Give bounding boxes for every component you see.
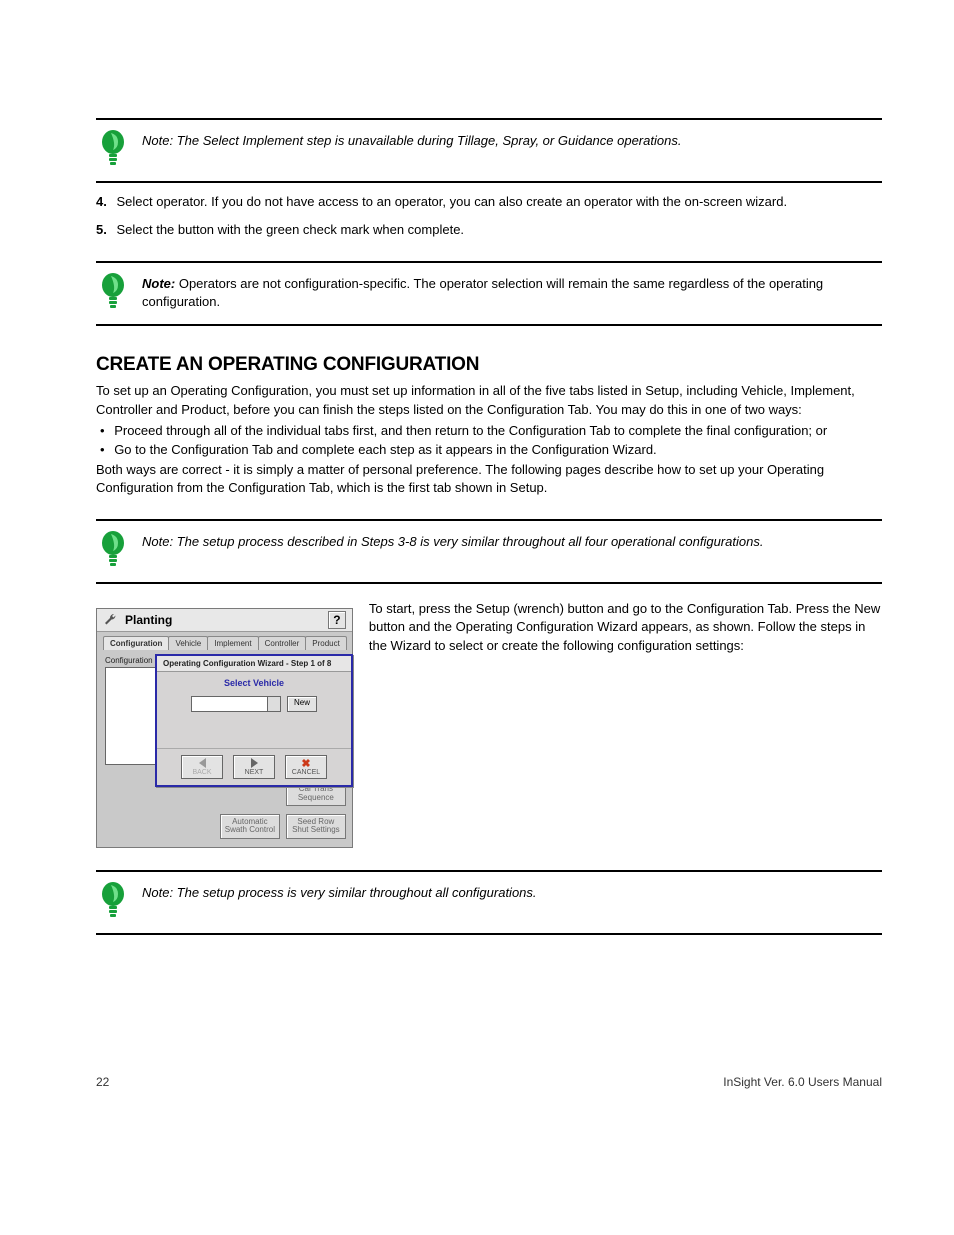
auto-swath-button[interactable]: Automatic Swath Control	[220, 814, 280, 839]
tip-box-2: Note: Operators are not configuration-sp…	[96, 261, 882, 326]
window-titlebar: Planting ?	[97, 609, 352, 632]
tab-vehicle[interactable]: Vehicle	[168, 636, 208, 650]
page-number: 22	[96, 1075, 109, 1089]
tip-text-1: Note: The Select Implement step is unava…	[142, 128, 882, 150]
triangle-left-icon	[199, 758, 206, 768]
wizard-button-row: BACK NEXT ✖ CANCEL	[157, 748, 351, 785]
back-label: BACK	[192, 769, 211, 776]
step-4-text: Select operator. If you do not have acce…	[116, 194, 787, 209]
bulb-icon	[96, 880, 130, 925]
window-body: Configuration List on Operating Configur…	[97, 650, 352, 775]
step-5-text: Select the button with the green check m…	[116, 222, 464, 237]
tip-box-3: Note: The setup process described in Ste…	[96, 519, 882, 584]
figure-row: Planting ? Configuration Vehicle Impleme…	[96, 594, 882, 848]
page-footer: 22 InSight Ver. 6.0 Users Manual	[96, 1075, 882, 1089]
intro-text: To set up an Operating Configuration, yo…	[96, 382, 882, 418]
tab-implement[interactable]: Implement	[207, 636, 258, 650]
tip2-rest: Operators are not configuration-specific…	[142, 276, 823, 309]
bulb-icon	[96, 529, 130, 574]
cancel-button[interactable]: ✖ CANCEL	[285, 755, 327, 779]
wizard-row: New	[157, 696, 351, 742]
option-1-text: Proceed through all of the individual ta…	[114, 423, 827, 438]
seed-row-button[interactable]: Seed Row Shut Settings	[286, 814, 346, 839]
wizard-subtitle: Select Vehicle	[157, 672, 351, 696]
step-5-num: 5.	[96, 222, 107, 237]
next-label: NEXT	[245, 769, 264, 776]
wizard-title: Operating Configuration Wizard - Step 1 …	[157, 656, 351, 672]
section-heading: CREATE AN OPERATING CONFIGURATION	[96, 354, 882, 376]
back-button[interactable]: BACK	[181, 755, 223, 779]
step-4-num: 4.	[96, 194, 107, 209]
page-root: Note: The Select Implement step is unava…	[0, 0, 954, 1235]
bulb-icon	[96, 128, 130, 173]
panel-footer-2: Automatic Swath Control Seed Row Shut Se…	[97, 814, 352, 847]
cancel-label: CANCEL	[292, 769, 320, 776]
option-1: • Proceed through all of the individual …	[100, 423, 882, 438]
outro-text: Both ways are correct - it is simply a m…	[96, 461, 882, 497]
step-5: 5. Select the button with the green chec…	[96, 221, 882, 239]
bullet-icon: •	[100, 442, 105, 457]
option-2-text: Go to the Configuration Tab and complete…	[114, 442, 656, 457]
bulb-icon	[96, 271, 130, 316]
next-button[interactable]: NEXT	[233, 755, 275, 779]
bullet-icon: •	[100, 423, 105, 438]
tip-text-4: Note: The setup process is very similar …	[142, 880, 882, 902]
window-title: Planting	[125, 613, 322, 627]
tip-text-2: Note: Operators are not configuration-sp…	[142, 271, 882, 310]
wrench-icon	[103, 612, 119, 628]
config-wizard: Operating Configuration Wizard - Step 1 …	[155, 654, 353, 787]
triangle-right-icon	[251, 758, 258, 768]
manual-title: InSight Ver. 6.0 Users Manual	[723, 1075, 882, 1089]
figure-caption-para: To start, press the Setup (wrench) butto…	[369, 594, 882, 655]
tip-box-4: Note: The setup process is very similar …	[96, 870, 882, 935]
tab-product[interactable]: Product	[305, 636, 347, 650]
tip2-prefix: Note:	[142, 276, 175, 291]
step-4: 4. Select operator. If you do not have a…	[96, 193, 882, 211]
option-2: • Go to the Configuration Tab and comple…	[100, 442, 882, 457]
tab-controller[interactable]: Controller	[258, 636, 307, 650]
tip-text-3: Note: The setup process described in Ste…	[142, 529, 882, 551]
tip-box-1: Note: The Select Implement step is unava…	[96, 118, 882, 183]
new-button[interactable]: New	[287, 696, 317, 712]
tab-bar: Configuration Vehicle Implement Controll…	[97, 632, 352, 650]
help-button[interactable]: ?	[328, 611, 346, 629]
close-icon: ✖	[301, 759, 310, 769]
chevron-down-icon	[271, 702, 277, 706]
tab-configuration[interactable]: Configuration	[103, 636, 169, 650]
screenshot-panel: Planting ? Configuration Vehicle Impleme…	[96, 608, 353, 848]
vehicle-select[interactable]	[191, 696, 281, 712]
